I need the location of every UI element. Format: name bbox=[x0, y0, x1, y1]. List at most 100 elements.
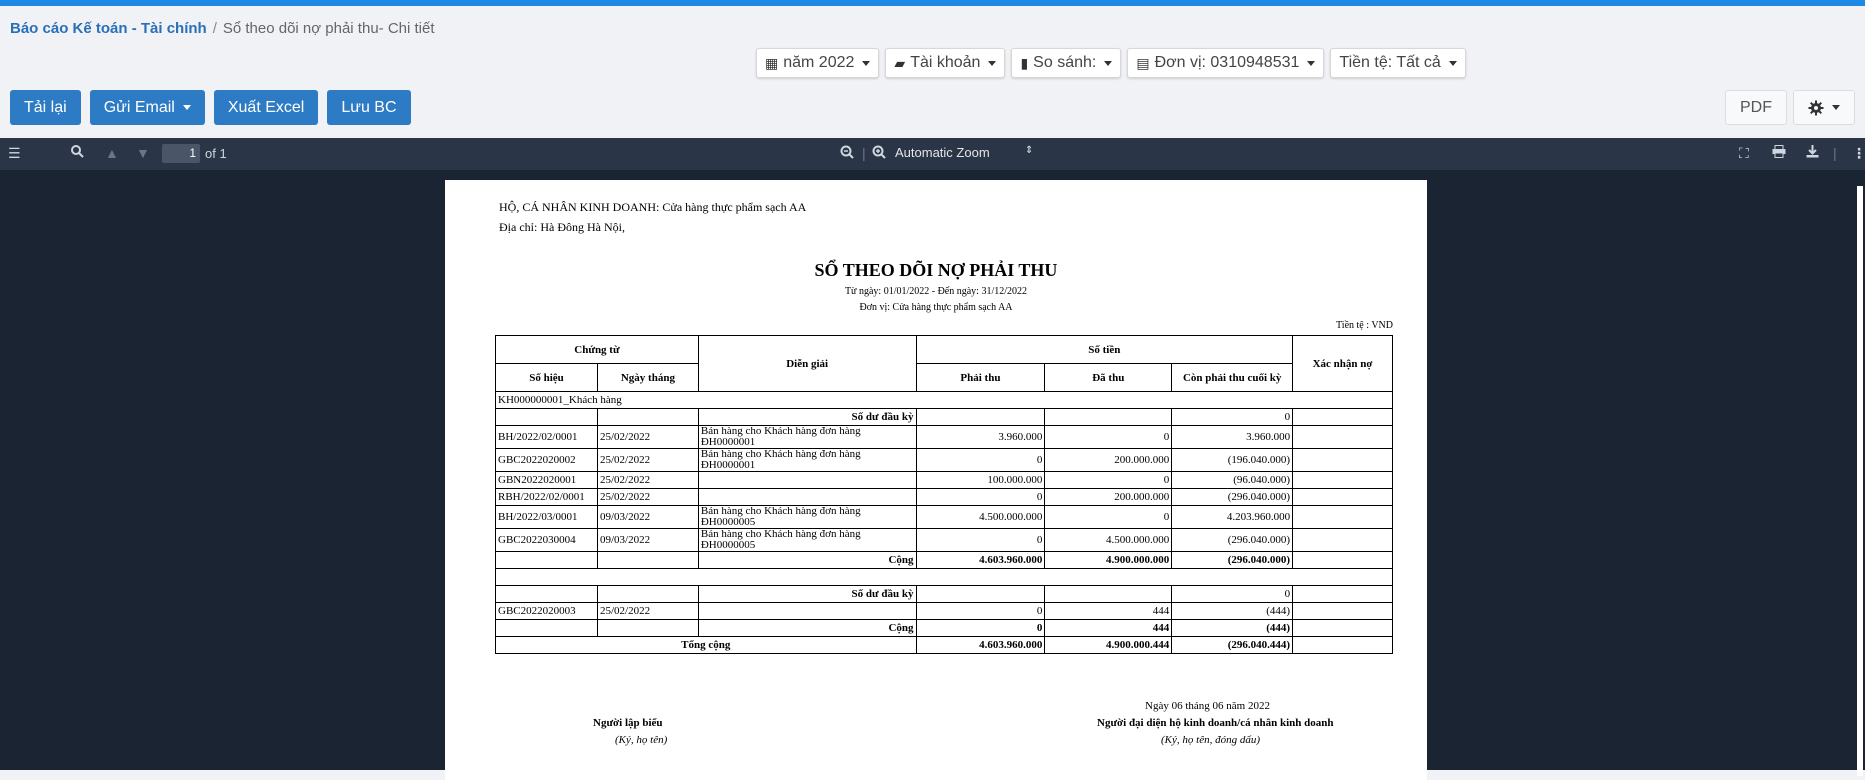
voucher-date: 09/03/2022 bbox=[596, 528, 699, 552]
compare-filter-dropdown[interactable]: ▮ So sánh: bbox=[1011, 48, 1122, 78]
reload-button[interactable]: Tải lại bbox=[10, 90, 81, 125]
remaining: (196.040.000) bbox=[1171, 448, 1294, 472]
search-icon[interactable] bbox=[71, 145, 84, 161]
fullscreen-icon[interactable]: ⛶ bbox=[1739, 145, 1749, 162]
previous-page-icon[interactable]: ▲ bbox=[105, 145, 119, 161]
year-filter-dropdown[interactable]: ▦ năm 2022 bbox=[756, 48, 880, 78]
unit-filter-label: Đơn vị: 0310948531 bbox=[1154, 54, 1300, 71]
more-tools-icon[interactable]: ⋮ bbox=[1852, 145, 1865, 162]
breadcrumb-separator: / bbox=[212, 20, 217, 37]
print-icon[interactable] bbox=[1772, 145, 1786, 161]
download-icon[interactable] bbox=[1806, 145, 1819, 161]
header-voucher-no: Số hiệu bbox=[495, 363, 598, 392]
representative-title: Người đại diện hộ kinh doanh/cá nhân kin… bbox=[1097, 717, 1334, 729]
toolbar-divider: | bbox=[1833, 145, 1837, 161]
subtotal-row: Cộng 0 444 (444) bbox=[495, 619, 1393, 637]
breadcrumb: Báo cáo Kế toán - Tài chính / Sổ theo dõi … bbox=[10, 20, 435, 37]
report-currency: Tiền tệ : VND bbox=[1336, 320, 1393, 331]
voucher-date: 25/02/2022 bbox=[596, 425, 699, 449]
table-row: GBC2022020003 25/02/2022 0 444 (444) bbox=[495, 602, 1393, 620]
unit-filter-dropdown[interactable]: ▤ Đơn vị: 0310948531 bbox=[1127, 48, 1325, 78]
description: Bán hàng cho Khách hàng đơn hàng ĐH00000… bbox=[697, 505, 917, 529]
breadcrumb-root-link[interactable]: Báo cáo Kế toán - Tài chính bbox=[10, 20, 207, 37]
save-report-button[interactable]: Lưu BC bbox=[327, 90, 411, 125]
description bbox=[697, 488, 917, 506]
scrollbar-thumb[interactable] bbox=[1857, 186, 1863, 776]
description bbox=[697, 471, 917, 489]
receivable: 0 bbox=[915, 602, 1046, 620]
voucher-no: BH/2022/03/0001 bbox=[495, 505, 598, 529]
remaining: (96.040.000) bbox=[1171, 471, 1294, 489]
receivables-table: Chứng từ Diễn giải Số tiền Xác nhận nợ S… bbox=[495, 335, 1393, 654]
header-description: Diễn giải bbox=[697, 335, 917, 392]
chevron-down-icon bbox=[182, 105, 191, 110]
collected: 0 bbox=[1044, 505, 1173, 529]
collected: 200.000.000 bbox=[1044, 448, 1173, 472]
year-filter-label: năm 2022 bbox=[783, 54, 855, 71]
chevron-down-icon bbox=[862, 60, 871, 66]
opening-balance-label: Số dư đầu kỳ bbox=[697, 585, 917, 603]
table-row: GBN2022020001 25/02/2022 100.000.000 0 (… bbox=[495, 471, 1393, 489]
voucher-no: GBC2022020003 bbox=[495, 602, 598, 620]
viewer-scrollbar[interactable] bbox=[1855, 178, 1865, 776]
subtotal-remaining: (444) bbox=[1171, 619, 1294, 637]
breadcrumb-current: Sổ theo dõi nợ phải thu- Chi tiết bbox=[222, 20, 435, 37]
report-period: Từ ngày: 01/01/2022 - Đến ngày: 31/12/20… bbox=[844, 286, 1028, 297]
page-total-label: of 1 bbox=[205, 146, 227, 161]
table-header-row: Chứng từ Diễn giải Số tiền Xác nhận nợ bbox=[495, 335, 1393, 392]
pdf-button[interactable]: PDF bbox=[1725, 90, 1787, 125]
report-unit: Đơn vị: Cửa hàng thực phẩm sạch AA bbox=[859, 302, 1013, 313]
voucher-no: BH/2022/02/0001 bbox=[495, 425, 598, 449]
collected: 0 bbox=[1044, 471, 1173, 489]
receivable: 4.500.000.000 bbox=[915, 505, 1046, 529]
preparer-title: Người lập biểu bbox=[593, 717, 663, 729]
voucher-date: 25/02/2022 bbox=[596, 602, 699, 620]
description: Bán hàng cho Khách hàng đơn hàng ĐH00000… bbox=[697, 448, 917, 472]
voucher-date: 25/02/2022 bbox=[596, 448, 699, 472]
page-number-input[interactable]: 1 bbox=[162, 144, 200, 163]
zoom-in-icon[interactable] bbox=[872, 145, 886, 162]
sidebar-toggle-icon[interactable]: ☰ bbox=[8, 145, 21, 162]
account-filter-dropdown[interactable]: ▰ Tài khoản bbox=[885, 48, 1006, 78]
opening-balance-value: 0 bbox=[1171, 585, 1294, 603]
remaining: (296.040.000) bbox=[1171, 488, 1294, 506]
preparer-note: (Ký, họ tên) bbox=[615, 734, 668, 746]
opening-balance-value: 0 bbox=[1171, 408, 1294, 426]
send-email-button[interactable]: Gửi Email bbox=[89, 90, 205, 125]
voucher-date: 09/03/2022 bbox=[596, 505, 699, 529]
zoom-select[interactable]: Automatic Zoom ⇕ bbox=[895, 145, 1035, 160]
export-excel-button[interactable]: Xuất Excel bbox=[213, 90, 319, 125]
header-voucher: Chứng từ bbox=[495, 335, 699, 364]
right-action-toolbar: PDF bbox=[1725, 90, 1855, 125]
voucher-date: 25/02/2022 bbox=[596, 471, 699, 489]
receivable: 0 bbox=[915, 488, 1046, 506]
grand-total-receivable: 4.603.960.000 bbox=[915, 636, 1046, 654]
report-page: HỘ, CÁ NHÂN KINH DOANH: Cửa hàng thực ph… bbox=[445, 180, 1427, 780]
zoom-out-icon[interactable] bbox=[840, 145, 854, 162]
bar-chart-icon: ▮ bbox=[1020, 54, 1029, 71]
grand-total-collected: 4.900.000.444 bbox=[1044, 636, 1173, 654]
receivable: 100.000.000 bbox=[915, 471, 1046, 489]
settings-dropdown-button[interactable] bbox=[1793, 90, 1855, 125]
receivable: 3.960.000 bbox=[915, 425, 1046, 449]
header-collected: Đã thu bbox=[1044, 363, 1173, 392]
table-subheader-row: Số hiệu Ngày tháng Phải thu Đã thu Còn p… bbox=[495, 363, 1393, 392]
subtotal-label: Cộng bbox=[697, 619, 917, 637]
next-page-icon[interactable]: ▼ bbox=[136, 145, 150, 161]
description: Bán hàng cho Khách hàng đơn hàng ĐH00000… bbox=[697, 528, 917, 552]
filter-bar: ▦ năm 2022 ▰ Tài khoản ▮ So sánh: ▤ Đơn … bbox=[756, 48, 1466, 78]
header-voucher-date: Ngày tháng bbox=[596, 363, 699, 392]
chevron-down-icon bbox=[988, 60, 997, 66]
subtotal-label: Cộng bbox=[697, 551, 917, 569]
voucher-no: RBH/2022/02/0001 bbox=[495, 488, 598, 506]
toolbar-divider: | bbox=[862, 145, 866, 161]
subtotal-row: Cộng 4.603.960.000 4.900.000.000 (296.04… bbox=[495, 551, 1393, 569]
business-name-text: HỘ, CÁ NHÂN KINH DOANH: Cửa hàng thực ph… bbox=[499, 200, 807, 214]
sign-date: Ngày 06 tháng 06 năm 2022 bbox=[1145, 700, 1270, 712]
collected: 200.000.000 bbox=[1044, 488, 1173, 506]
chevron-down-icon bbox=[1104, 60, 1113, 66]
currency-filter-dropdown[interactable]: Tiền tệ: Tất cả bbox=[1330, 48, 1466, 78]
group-row: KH000000001_Khách hàng bbox=[495, 391, 1393, 409]
chevron-down-icon bbox=[1307, 60, 1316, 66]
table-row: GBC2022030004 09/03/2022 Bán hàng cho Kh… bbox=[495, 528, 1393, 552]
